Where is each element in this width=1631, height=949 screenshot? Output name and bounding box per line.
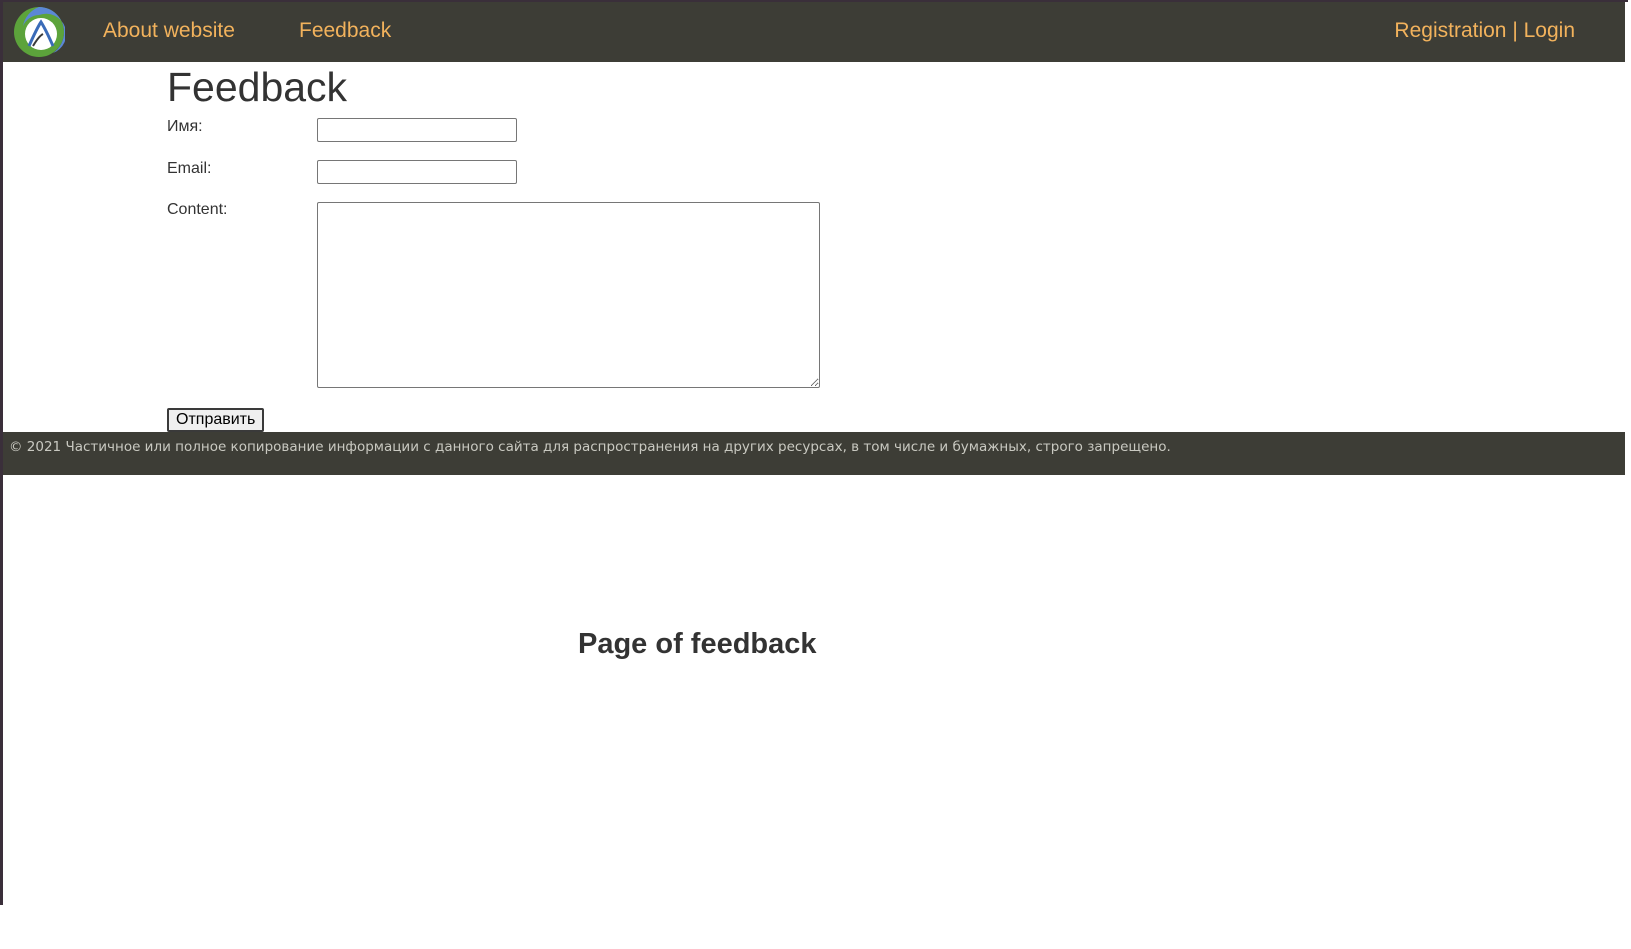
page-heading: Page of feedback [578,628,817,660]
site-footer: © 2021 Частичное или полное копирование … [3,432,1625,475]
name-input[interactable] [317,118,517,142]
registration-link[interactable]: Registration [1394,19,1506,42]
content-textarea[interactable] [317,202,820,388]
login-link[interactable]: Login [1524,19,1575,42]
site-logo-icon[interactable] [13,6,65,58]
name-label: Имя: [167,118,203,135]
nav-feedback-link[interactable]: Feedback [299,19,391,43]
page: About website Feedback Registration | Lo… [0,0,1631,949]
content-label: Content: [167,201,228,218]
submit-button[interactable]: Отправить [167,408,265,432]
auth-separator: | [1506,19,1524,42]
email-label: Email: [167,160,212,177]
page-title: Feedback [167,64,348,110]
nav-about-link[interactable]: About website [103,19,235,43]
auth-links: Registration | Login [1394,19,1575,43]
site-header: About website Feedback Registration | Lo… [3,2,1625,62]
copyright-text: © 2021 Частичное или полное копирование … [9,439,1171,455]
email-input[interactable] [317,160,517,184]
